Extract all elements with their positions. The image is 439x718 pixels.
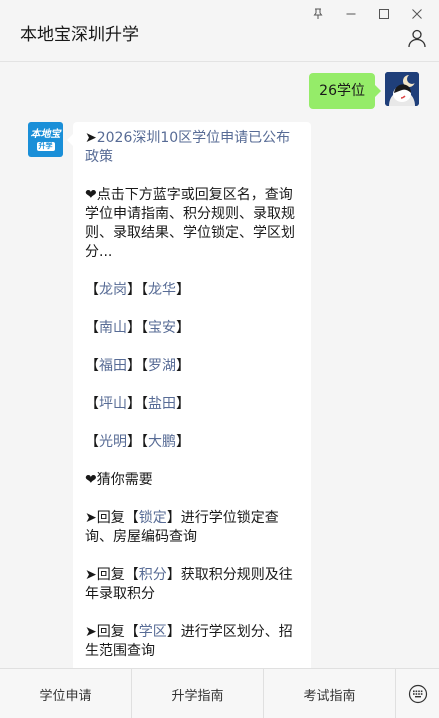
- guess-title: ❤猜你需要: [85, 472, 153, 488]
- bot-avatar-text: 本地宝: [30, 128, 61, 140]
- headline: ➤2026深圳10区学位申请已公布政策: [85, 129, 301, 167]
- window-controls: [301, 4, 433, 24]
- district-link-yantian[interactable]: 盐田: [148, 396, 176, 412]
- bottom-menu: 学位申请 升学指南 考试指南: [0, 668, 439, 718]
- bot-avatar-badge: 升学: [36, 141, 55, 151]
- chat-title: 本地宝深圳升学: [20, 25, 139, 45]
- keyboard-toggle[interactable]: [396, 669, 439, 718]
- menu-item-exam-guide[interactable]: 考试指南: [264, 669, 396, 718]
- bot-avatar[interactable]: 本地宝 升学: [28, 122, 63, 157]
- title-bar: 本地宝深圳升学: [0, 0, 439, 62]
- profile-icon[interactable]: [407, 28, 427, 48]
- district-link-guangming[interactable]: 光明: [99, 434, 127, 450]
- menu-item-degree-application[interactable]: 学位申请: [0, 669, 132, 718]
- district-link-pingshan[interactable]: 坪山: [99, 396, 127, 412]
- tip-keyword-school-district[interactable]: 学区: [139, 624, 167, 640]
- district-link-dapeng[interactable]: 大鹏: [148, 434, 176, 450]
- district-link-baoan[interactable]: 宝安: [148, 320, 176, 336]
- user-avatar[interactable]: [385, 72, 419, 106]
- tip-item: ➤回复【学区】进行学区划分、招生范围查询: [85, 624, 293, 659]
- intro-text: ❤点击下方蓝字或回复区名，查询学位申请指南、积分规则、录取规则、录取结果、学位锁…: [85, 187, 295, 260]
- bot-message-bubble: ➤2026深圳10区学位申请已公布政策 ❤点击下方蓝字或回复区名，查询学位申请指…: [67, 122, 311, 668]
- tip-keyword-points[interactable]: 积分: [139, 567, 167, 583]
- tip-keyword-lock[interactable]: 锁定: [139, 510, 167, 526]
- district-row: 【坪山】【盐田】: [85, 396, 190, 412]
- district-link-longgang[interactable]: 龙岗: [99, 282, 127, 298]
- district-link-nanshan[interactable]: 南山: [99, 320, 127, 336]
- district-link-futian[interactable]: 福田: [99, 358, 127, 374]
- district-row: 【南山】【宝安】: [85, 320, 190, 336]
- headline-arrow: ➤: [85, 130, 97, 146]
- menu-item-school-guide[interactable]: 升学指南: [132, 669, 264, 718]
- tip-item: ➤回复【锁定】进行学位锁定查询、房屋编码查询: [85, 510, 279, 545]
- maximize-icon[interactable]: [367, 4, 400, 24]
- keyboard-icon: [408, 684, 427, 703]
- district-row: 【光明】【大鹏】: [85, 434, 190, 450]
- bot-message-row: 本地宝 升学 ➤2026深圳10区学位申请已公布政策 ❤点击下方蓝字或回复区名，…: [28, 122, 311, 668]
- pin-icon[interactable]: [301, 4, 334, 24]
- district-row: 【福田】【罗湖】: [85, 358, 190, 374]
- headline-link[interactable]: 2026深圳10区学位申请已公布政策: [85, 130, 290, 165]
- district-link-longhua[interactable]: 龙华: [148, 282, 176, 298]
- close-icon[interactable]: [400, 4, 433, 24]
- tip-item: ➤回复【积分】获取积分规则及往年录取积分: [85, 567, 293, 602]
- chat-area[interactable]: 26学位 本地宝 升学 ➤2026深圳10区学位申请已公布政策 ❤点击下方蓝字或…: [0, 62, 439, 668]
- district-row: 【龙岗】【龙华】: [85, 282, 190, 298]
- minimize-icon[interactable]: [334, 4, 367, 24]
- district-link-luohu[interactable]: 罗湖: [148, 358, 176, 374]
- user-message-bubble[interactable]: 26学位: [309, 73, 381, 109]
- user-message-row: 26学位: [309, 72, 419, 109]
